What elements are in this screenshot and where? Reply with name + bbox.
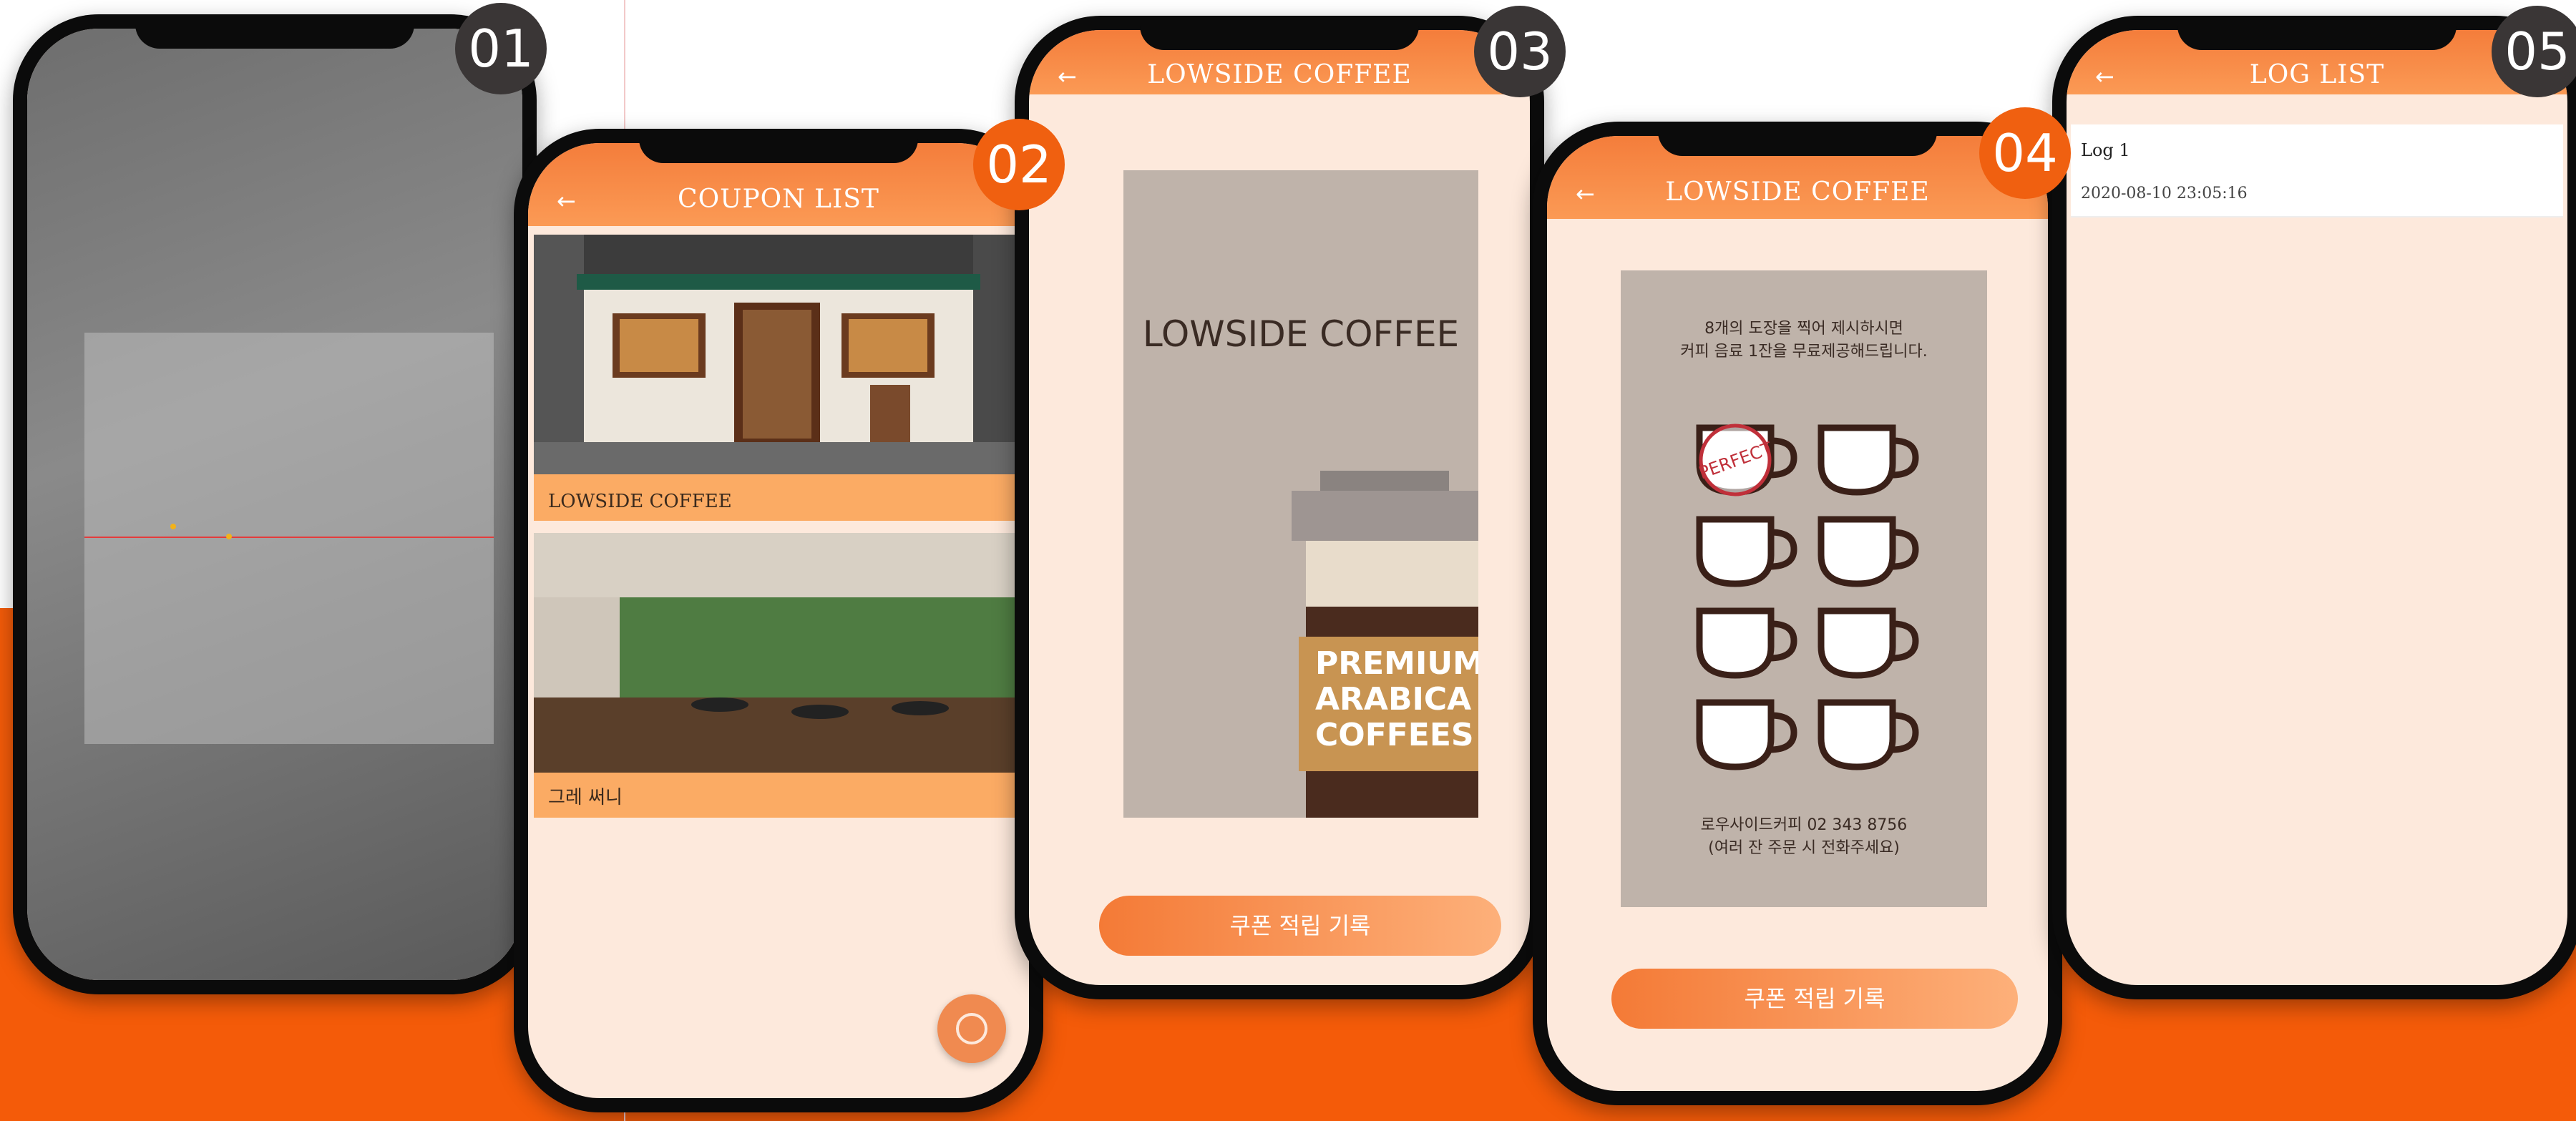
coupon-card-label: 그레 써니 [548, 787, 623, 808]
coffee-cup-graphic [1292, 471, 1478, 818]
step-badge: 02 [973, 119, 1065, 210]
cafe-storefront-image [534, 235, 1023, 474]
coupon-list-screen: ← COUPON LIST LOWSIDE COFFEE 그레 써니 [528, 143, 1029, 1098]
phone-notch [135, 14, 414, 49]
phone-notch [639, 129, 918, 163]
page-title: COUPON LIST [678, 185, 879, 214]
log-name: Log 1 [2081, 140, 2130, 160]
cafe-interior-image [534, 533, 1023, 773]
brand-name: LOWSIDE COFFEE [1142, 313, 1460, 355]
phone-05: ← LOG LIST Log 1 2020-08-10 23:05:16 [2052, 16, 2576, 999]
phone-01 [13, 14, 537, 994]
coupon-card[interactable]: LOWSIDE COFFEE [534, 235, 1023, 521]
phone-04: ← LOWSIDE COFFEE 8개의 도장을 찍어 제시하시면 커피 음료 … [1533, 122, 2062, 1105]
stamp-card-image: 8개의 도장을 찍어 제시하시면 커피 음료 1잔을 무료제공해드립니다. PE… [1621, 270, 1987, 907]
stamp-card-screen: ← LOWSIDE COFFEE 8개의 도장을 찍어 제시하시면 커피 음료 … [1547, 136, 2048, 1091]
contact-info: 로우사이드커피 02 343 8756 (여러 잔 주문 시 전화주세요) [1621, 814, 1987, 860]
scan-line [84, 537, 494, 538]
cup-label-line: COFFEES [1315, 717, 1474, 753]
phone-notch [2177, 16, 2457, 50]
scan-point [226, 534, 232, 539]
coupon-description-line: 8개의 도장을 찍어 제시하시면 [1704, 320, 1903, 338]
log-item[interactable]: Log 1 2020-08-10 23:05:16 [2071, 124, 2563, 217]
coffee-cup-icon [1696, 699, 1797, 770]
coupon-card-label: LOWSIDE COFFEE [548, 491, 732, 512]
page-title: LOWSIDE COFFEE [1147, 60, 1412, 89]
coffee-cup-icon [1696, 516, 1797, 587]
step-badge: 05 [2492, 6, 2576, 97]
coffee-cup-icon [1818, 516, 1919, 587]
log-list-screen: ← LOG LIST Log 1 2020-08-10 23:05:16 [2067, 30, 2567, 985]
step-badge: 01 [455, 3, 547, 94]
contact-info-line: 로우사이드커피 02 343 8756 [1700, 816, 1908, 834]
scanner-screen [27, 29, 522, 980]
scan-point [170, 524, 176, 529]
coupon-image: LOWSIDE COFFEE PREMIUM ARABICA COFFEES [1123, 170, 1478, 818]
page-title: LOG LIST [2249, 60, 2385, 89]
coffee-cup-icon [1818, 424, 1919, 496]
cup-label-line: ARABICA [1315, 681, 1472, 718]
page-title: LOWSIDE COFFEE [1665, 177, 1930, 207]
cup-label-line: PREMIUM [1315, 645, 1478, 682]
coffee-cup-icon [1818, 607, 1919, 679]
step-badge: 04 [1979, 107, 2071, 199]
phone-03: ← LOWSIDE COFFEE LOWSIDE COFFEE PREMIUM … [1015, 16, 1544, 999]
contact-info-line: (여러 잔 주문 시 전화주세요) [1708, 839, 1900, 857]
camera-icon [956, 1013, 987, 1044]
scan-area [84, 333, 494, 744]
coupon-description: 8개의 도장을 찍어 제시하시면 커피 음료 1잔을 무료제공해드립니다. [1621, 318, 1987, 363]
coupon-history-button[interactable]: 쿠폰 적립 기록 [1099, 896, 1501, 956]
coupon-description-line: 커피 음료 1잔을 무료제공해드립니다. [1680, 343, 1928, 361]
stamped-cup-icon: PERFECT [1696, 424, 1797, 496]
coffee-cup-icon [1818, 699, 1919, 770]
coupon-detail-screen: ← LOWSIDE COFFEE LOWSIDE COFFEE PREMIUM … [1029, 30, 1530, 985]
coffee-cup-icon [1696, 607, 1797, 679]
scan-fab-button[interactable] [937, 994, 1006, 1063]
phone-notch [1140, 16, 1419, 50]
log-time: 2020-08-10 23:05:16 [2081, 185, 2248, 202]
coupon-history-button[interactable]: 쿠폰 적립 기록 [1611, 969, 2018, 1029]
phone-notch [1658, 122, 1937, 156]
phone-02: ← COUPON LIST LOWSIDE COFFEE 그레 써니 [514, 129, 1043, 1112]
coupon-card[interactable]: 그레 써니 [534, 533, 1023, 818]
step-badge: 03 [1474, 6, 1566, 97]
cup-label: PREMIUM ARABICA COFFEES [1315, 645, 1478, 753]
